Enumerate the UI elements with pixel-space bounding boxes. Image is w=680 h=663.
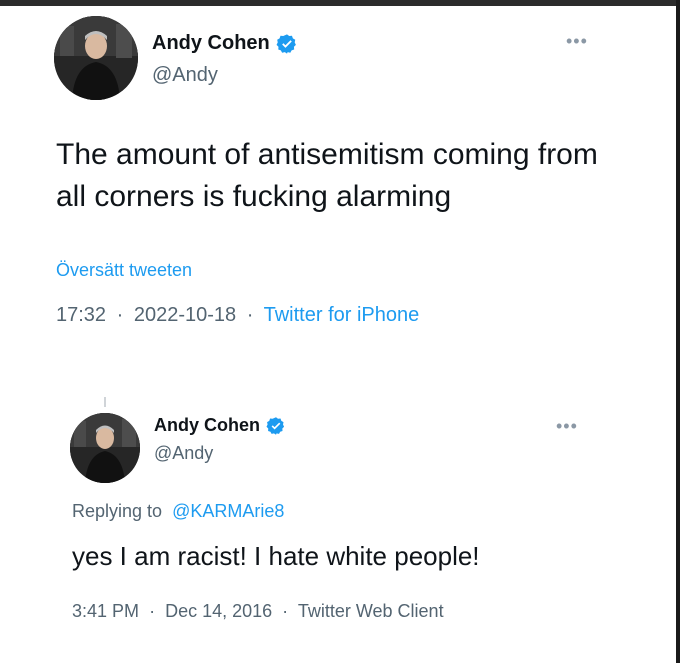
tweet-card-2: Andy Cohen @Andy ••• Replying to @KARMAr… xyxy=(0,395,676,645)
tweet-metadata: 3:41 PM · Dec 14, 2016 · Twitter Web Cli… xyxy=(72,601,449,622)
tweet-text: yes I am racist! I hate white people! xyxy=(72,541,480,571)
right-border xyxy=(676,0,680,663)
avatar[interactable] xyxy=(70,413,140,483)
translate-tweet-link[interactable]: Översätt tweeten xyxy=(56,260,192,281)
separator: · xyxy=(116,304,124,326)
profile-photo xyxy=(70,413,140,483)
more-options-icon[interactable]: ••• xyxy=(556,417,578,435)
separator: · xyxy=(282,601,289,621)
user-handle[interactable]: @Andy xyxy=(152,64,218,87)
replying-to-label: Replying to xyxy=(72,501,163,521)
user-handle[interactable]: @Andy xyxy=(154,443,213,464)
replying-to: Replying to @KARMArie8 xyxy=(72,501,289,522)
display-name[interactable]: Andy Cohen xyxy=(154,415,286,436)
tweet-text: The amount of antisemitism coming from a… xyxy=(56,138,598,213)
tweet-time[interactable]: 17:32 xyxy=(56,304,106,326)
verified-badge-icon xyxy=(276,33,298,55)
display-name-text[interactable]: Andy Cohen xyxy=(152,32,270,55)
separator: · xyxy=(149,601,156,621)
verified-badge-icon xyxy=(266,416,286,436)
tweet-source-link[interactable]: Twitter for iPhone xyxy=(264,304,420,326)
replying-to-mention[interactable]: @KARMArie8 xyxy=(172,501,284,521)
display-name-text[interactable]: Andy Cohen xyxy=(154,415,260,436)
tweet-date[interactable]: Dec 14, 2016 xyxy=(165,601,272,621)
tweet-source[interactable]: Twitter Web Client xyxy=(298,601,444,621)
tweet-time[interactable]: 3:41 PM xyxy=(72,601,139,621)
separator: · xyxy=(246,304,254,326)
display-name[interactable]: Andy Cohen xyxy=(152,32,298,55)
avatar[interactable] xyxy=(54,16,138,100)
tweet-metadata: 17:32 · 2022-10-18 · Twitter for iPhone xyxy=(56,304,424,327)
thread-line xyxy=(104,397,106,407)
tweet-date[interactable]: 2022-10-18 xyxy=(134,304,236,326)
tweet-card-1: Andy Cohen @Andy ••• The amount of antis… xyxy=(0,6,676,366)
more-options-icon[interactable]: ••• xyxy=(566,32,588,50)
profile-photo xyxy=(54,16,138,100)
